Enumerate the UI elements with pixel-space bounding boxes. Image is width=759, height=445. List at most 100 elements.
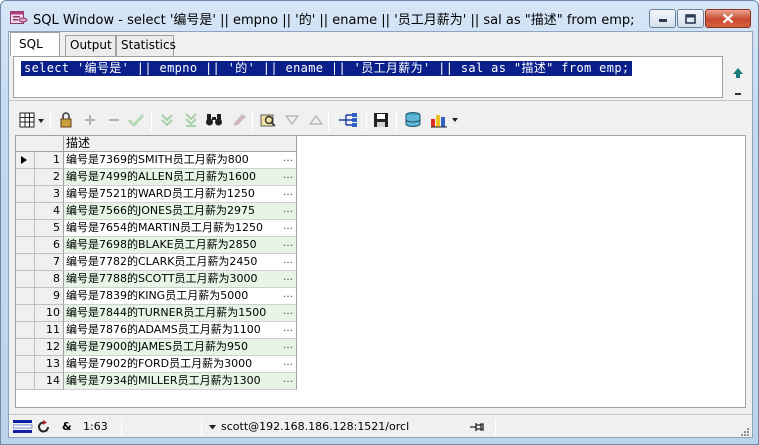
row-indicator[interactable] <box>16 339 35 356</box>
post-changes-button[interactable] <box>127 111 145 129</box>
row-number[interactable]: 8 <box>35 271 64 288</box>
cell-editor-button[interactable]: … <box>283 339 293 353</box>
link-button[interactable] <box>337 111 359 129</box>
grid-cell[interactable]: 编号是7499的ALLEN员工月薪为1600… <box>64 169 297 186</box>
row-number[interactable]: 4 <box>35 203 64 220</box>
grid-cell[interactable]: 编号是7521的WARD员工月薪为1250… <box>64 186 297 203</box>
row-indicator[interactable] <box>16 186 35 203</box>
cell-editor-button[interactable]: … <box>283 288 293 302</box>
query-by-example-button[interactable] <box>259 111 277 129</box>
cell-editor-button[interactable]: … <box>283 373 293 387</box>
cell-editor-button[interactable]: … <box>283 169 293 183</box>
row-number[interactable]: 9 <box>35 288 64 305</box>
cell-editor-button[interactable]: … <box>283 186 293 200</box>
row-number[interactable]: 14 <box>35 373 64 390</box>
row-number[interactable]: 12 <box>35 339 64 356</box>
tab-output[interactable]: Output <box>65 35 116 56</box>
table-row[interactable]: 14 编号是7934的MILLER员工月薪为1300… <box>16 373 297 390</box>
grid-cell[interactable]: 编号是7902的FORD员工月薪为3000… <box>64 356 297 373</box>
table-row[interactable]: 1 编号是7369的SMITH员工月薪为800… <box>16 152 297 169</box>
result-grid[interactable]: 描述 1 编号是7369的SMITH员工月薪为800… 2 编号是7499的ALLEN… <box>15 135 746 408</box>
close-button[interactable] <box>705 9 751 28</box>
row-number[interactable]: 3 <box>35 186 64 203</box>
sort-descending-button[interactable] <box>283 111 301 129</box>
grid-view-button[interactable] <box>19 111 45 129</box>
table-row[interactable]: 6 编号是7698的BLAKE员工月薪为2850… <box>16 237 297 254</box>
chart-button[interactable] <box>430 111 462 129</box>
table-row[interactable]: 3 编号是7521的WARD员工月薪为1250… <box>16 186 297 203</box>
grid-cell[interactable]: 编号是7876的ADAMS员工月薪为1100… <box>64 322 297 339</box>
row-number[interactable]: 2 <box>35 169 64 186</box>
row-number[interactable]: 7 <box>35 254 64 271</box>
row-indicator[interactable] <box>16 254 35 271</box>
table-row[interactable]: 11 编号是7876的ADAMS员工月薪为1100… <box>16 322 297 339</box>
cell-editor-button[interactable]: … <box>283 356 293 370</box>
sql-statement[interactable]: select '编号是' || empno || '的' || ename ||… <box>21 61 633 76</box>
grid-corner[interactable] <box>16 136 64 152</box>
table-row[interactable]: 2 编号是7499的ALLEN员工月薪为1600… <box>16 169 297 186</box>
title-bar[interactable]: SQL Window - select '编号是' || empno || '的… <box>1 1 758 31</box>
sort-ascending-button[interactable] <box>307 111 325 129</box>
row-indicator[interactable] <box>16 373 35 390</box>
table-row[interactable]: 8 编号是7788的SCOTT员工月薪为3000… <box>16 271 297 288</box>
cell-editor-button[interactable]: … <box>283 203 293 217</box>
delete-record-button[interactable] <box>105 111 123 129</box>
row-indicator[interactable] <box>16 356 35 373</box>
row-indicator[interactable] <box>16 271 35 288</box>
grid-cell[interactable]: 编号是7654的MARTIN员工月薪为1250… <box>64 220 297 237</box>
grid-cell[interactable]: 编号是7698的BLAKE员工月薪为2850… <box>64 237 297 254</box>
pin-icon[interactable] <box>469 420 485 434</box>
cell-editor-button[interactable]: … <box>283 305 293 319</box>
row-number[interactable]: 6 <box>35 237 64 254</box>
sql-editor[interactable]: select '编号是' || empno || '的' || ename ||… <box>13 56 723 98</box>
table-row[interactable]: 4 编号是7566的JONES员工月薪为2975… <box>16 203 297 220</box>
row-number[interactable]: 1 <box>35 152 64 169</box>
pane-splitter[interactable] <box>9 100 752 104</box>
grid-cell[interactable]: 编号是7369的SMITH员工月薪为800… <box>64 152 297 169</box>
save-button[interactable] <box>372 111 390 129</box>
cell-editor-button[interactable]: … <box>283 152 293 166</box>
find-button[interactable] <box>205 111 223 129</box>
table-row[interactable]: 5 编号是7654的MARTIN员工月薪为1250… <box>16 220 297 237</box>
table-row[interactable]: 13 编号是7902的FORD员工月薪为3000… <box>16 356 297 373</box>
row-number[interactable]: 13 <box>35 356 64 373</box>
chevron-down-icon[interactable] <box>209 425 216 430</box>
grid-cell[interactable]: 编号是7839的KING员工月薪为5000… <box>64 288 297 305</box>
row-number[interactable]: 5 <box>35 220 64 237</box>
next-page-button[interactable] <box>158 111 176 129</box>
row-number[interactable]: 11 <box>35 322 64 339</box>
cell-editor-button[interactable]: … <box>283 322 293 336</box>
table-row[interactable]: 7 编号是7782的CLARK员工月薪为2450… <box>16 254 297 271</box>
row-indicator[interactable] <box>16 237 35 254</box>
grid-cell[interactable]: 编号是7566的JONES员工月薪为2975… <box>64 203 297 220</box>
table-row[interactable]: 10 编号是7844的TURNER员工月薪为1500… <box>16 305 297 322</box>
grid-cell[interactable]: 编号是7844的TURNER员工月薪为1500… <box>64 305 297 322</box>
grid-cell[interactable]: 编号是7934的MILLER员工月薪为1300… <box>64 373 297 390</box>
maximize-button[interactable] <box>677 9 704 28</box>
last-page-button[interactable] <box>182 111 200 129</box>
arrow-up-icon[interactable] <box>731 66 745 80</box>
tab-statistics[interactable]: Statistics <box>116 35 176 56</box>
table-row[interactable]: 12 编号是7900的JAMES员工月薪为950… <box>16 339 297 356</box>
row-indicator[interactable] <box>16 305 35 322</box>
minimize-button[interactable] <box>649 9 676 28</box>
lock-button[interactable] <box>57 111 75 129</box>
cell-editor-button[interactable]: … <box>283 220 293 234</box>
grid-cell[interactable]: 编号是7788的SCOTT员工月薪为3000… <box>64 271 297 288</box>
row-indicator[interactable] <box>16 203 35 220</box>
row-indicator[interactable] <box>16 152 35 169</box>
clear-filter-button[interactable] <box>229 111 247 129</box>
row-indicator[interactable] <box>16 288 35 305</box>
export-button[interactable] <box>404 111 424 129</box>
row-indicator[interactable] <box>16 220 35 237</box>
add-record-button[interactable] <box>81 111 99 129</box>
cell-editor-button[interactable]: … <box>283 237 293 251</box>
tab-sql[interactable]: SQL <box>10 32 60 56</box>
grid-cell[interactable]: 编号是7900的JAMES员工月薪为950… <box>64 339 297 356</box>
row-indicator[interactable] <box>16 169 35 186</box>
resize-grip-icon[interactable] <box>740 427 750 437</box>
row-indicator[interactable] <box>16 322 35 339</box>
cell-editor-button[interactable]: … <box>283 254 293 268</box>
cell-editor-button[interactable]: … <box>283 271 293 285</box>
column-header-description[interactable]: 描述 <box>64 136 297 152</box>
